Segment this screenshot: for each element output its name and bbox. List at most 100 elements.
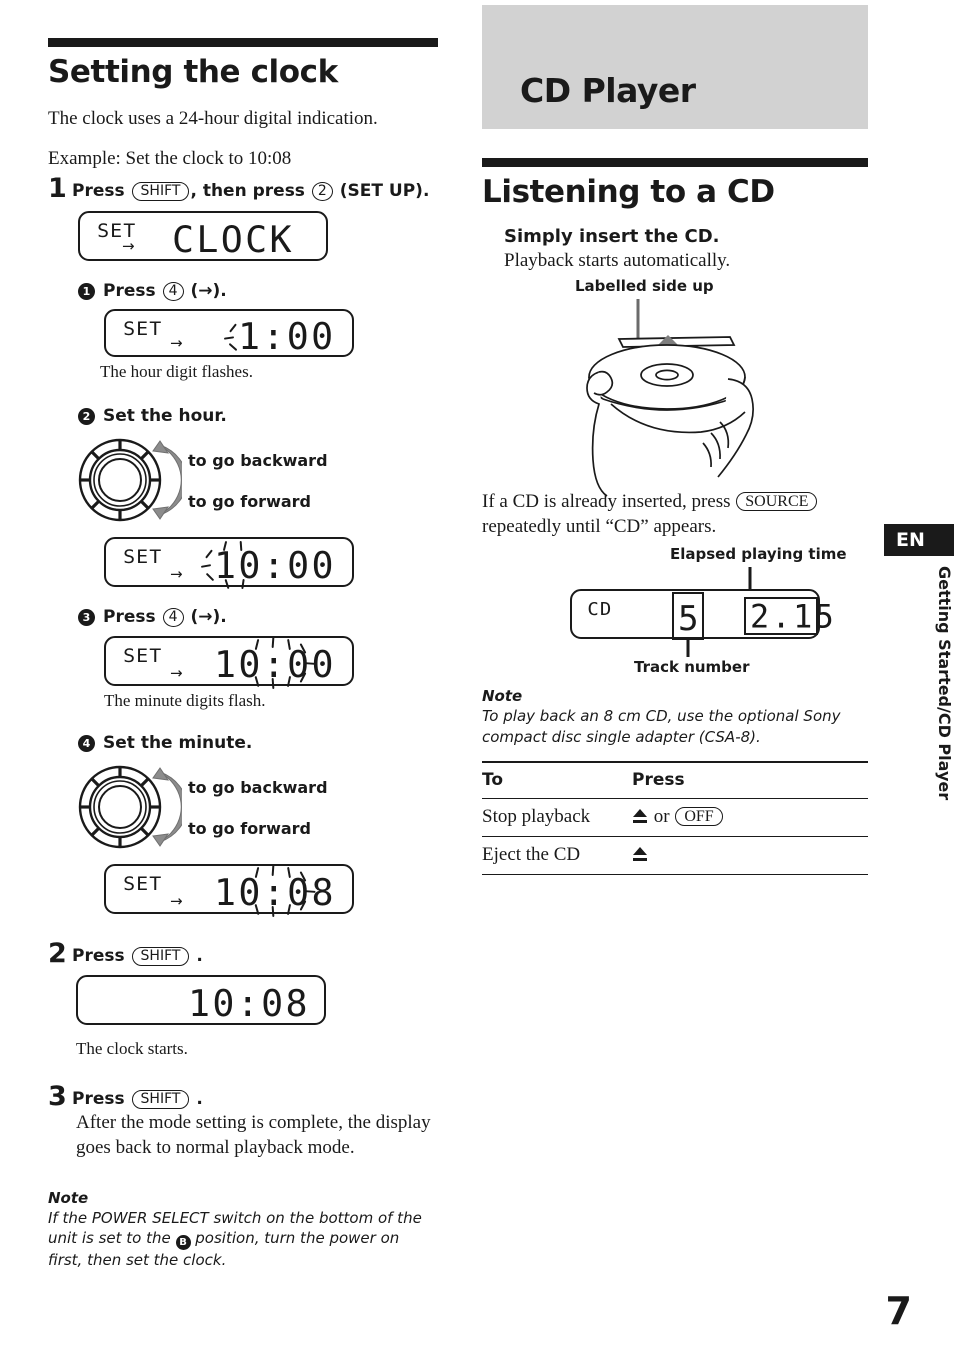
step-3-label-b: .: [196, 1089, 203, 1110]
lcd-set-label: SET: [123, 873, 163, 896]
shift-button-ref[interactable]: SHIFT: [131, 1090, 190, 1110]
substep-4: 4 Set the minute.: [78, 733, 438, 753]
substep-2: 2 Set the hour.: [78, 406, 438, 426]
lcd-arrow-indicator: →: [122, 237, 135, 256]
substep-3-label-a: Press: [103, 607, 156, 628]
step-2-label-a: Press: [72, 946, 125, 967]
lcd-arrow-indicator: →: [170, 892, 183, 911]
step-2-number: 2: [48, 938, 67, 970]
table-header-row: To Press: [482, 762, 868, 799]
note-label: Note: [48, 1188, 89, 1207]
row-press-cell: [632, 837, 868, 875]
shift-button-ref[interactable]: SHIFT: [131, 947, 190, 967]
right-note: Note To play back an 8 cm CD, use the op…: [482, 687, 868, 747]
insert-sub-text: Playback starts automatically.: [504, 250, 731, 271]
language-tab-label: EN: [896, 529, 925, 551]
lcd-arrow-indicator: →: [170, 664, 183, 683]
substep-2-bullet: 2: [78, 407, 95, 425]
power-select-b-badge: B: [175, 1235, 191, 1251]
button-4-ref[interactable]: 4: [162, 608, 184, 628]
section-rule: [48, 38, 438, 47]
lcd-set-label: SET: [123, 318, 163, 341]
right-section-title: Listening to a CD: [482, 174, 775, 210]
step-1-label-c: (SET UP).: [339, 181, 430, 202]
intro-text: The clock uses a 24-hour digital indicat…: [48, 108, 378, 129]
insert-instruction: Simply insert the CD. Playback starts au…: [504, 226, 868, 273]
button-4-ref[interactable]: 4: [162, 282, 184, 302]
table-row: Eject the CD: [482, 836, 868, 875]
lcd-mode-label: CD: [587, 599, 613, 621]
step-2-label-b: .: [196, 946, 203, 967]
substep-3-caption: The minute digits flash.: [104, 691, 266, 711]
lcd-time-value: 2.15: [750, 599, 837, 637]
lcd-display-cd: CD 5 2.15: [570, 589, 834, 641]
row-press-mid: or: [653, 806, 670, 828]
cd-insert-illustration: Labelled side up: [482, 275, 868, 497]
shift-button-ref[interactable]: SHIFT: [131, 182, 190, 202]
substep-4-bullet: 4: [78, 734, 95, 752]
right-column: Listening to a CD Simply insert the CD. …: [482, 0, 868, 876]
substep-1-text: Press 4 (→).: [103, 281, 227, 302]
step-1-label-a: Press: [72, 181, 125, 202]
lcd-value: 10:08: [214, 872, 336, 915]
substep-1-caption: The hour digit flashes.: [100, 362, 253, 382]
left-note: Note If the POWER SELECT switch on the b…: [48, 1189, 438, 1271]
insert-bold-text: Simply insert the CD.: [504, 226, 720, 247]
section-rule: [482, 158, 868, 167]
elapsed-time-box: 2.15: [744, 597, 834, 636]
step-1: 1 Press SHIFT, then press 2 (SET UP).: [48, 175, 438, 202]
eject-icon[interactable]: [632, 808, 649, 825]
knob-forward-label: to go forward: [188, 491, 311, 511]
labelled-side-up-callout: Labelled side up: [575, 277, 714, 296]
substep-3-text: Press 4 (→).: [103, 607, 227, 628]
step-3: 3 Press SHIFT .: [48, 1083, 438, 1110]
substep-3-label-b: (→).: [190, 607, 227, 628]
table-bottom-rule: [482, 874, 868, 876]
left-column: Setting the clock The clock uses a 24-ho…: [48, 0, 438, 1271]
step-2: 2 Press SHIFT .: [48, 940, 438, 967]
lcd-arrow-indicator: →: [170, 334, 183, 353]
substep-1-label-b: (→).: [190, 281, 227, 302]
lcd-display-minute-flash: SET 10:00 →: [104, 636, 354, 690]
substep-1: 1 Press 4 (→).: [78, 281, 438, 302]
step-2-text: Press SHIFT .: [72, 940, 203, 967]
lcd-display-minute-set: SET 10:08 →: [104, 864, 354, 918]
step-1-number: 1: [48, 173, 67, 205]
note-text: If the POWER SELECT switch on the bottom…: [48, 1208, 438, 1271]
key-operations-table: To Press Stop playback or OFF Eject the …: [482, 761, 868, 876]
rotary-knob-row-minute: to go backward to go forward: [72, 758, 438, 858]
step-1-label-b: , then press: [190, 181, 305, 202]
knob-direction-labels: to go backward to go forward: [188, 777, 328, 838]
source-text-b: repeatedly until “CD” appears.: [482, 516, 717, 538]
row-action-label: Eject the CD: [482, 844, 581, 866]
rotary-knob-icon[interactable]: [72, 431, 188, 531]
step-2-caption: The clock starts.: [76, 1039, 188, 1059]
note-label: Note: [482, 687, 523, 706]
substep-3: 3 Press 4 (→).: [78, 607, 438, 628]
button-2-ref[interactable]: 2: [311, 182, 333, 202]
knob-backward-label: to go backward: [188, 777, 328, 797]
row-action-label: Stop playback: [482, 806, 591, 828]
language-tab: EN: [884, 524, 954, 556]
track-number-box: 5: [672, 592, 704, 641]
lcd-set-label: SET: [123, 645, 163, 668]
lcd-value: CLOCK: [172, 219, 294, 262]
rotary-knob-icon[interactable]: [72, 758, 188, 858]
off-button-ref[interactable]: OFF: [675, 807, 723, 827]
step-3-number: 3: [48, 1081, 67, 1113]
lcd-display-clock: SET CLOCK →: [78, 211, 328, 261]
column-header-to: To: [482, 770, 504, 791]
knob-backward-label: to go backward: [188, 450, 328, 470]
page-title: Setting the clock: [48, 54, 338, 90]
lcd-value: 10:00: [214, 545, 336, 588]
lcd-arrow-indicator: →: [170, 565, 183, 584]
lcd-set-label: SET: [123, 546, 163, 569]
eject-icon[interactable]: [632, 846, 649, 863]
substep-4-text: Set the minute.: [103, 733, 253, 754]
step-3-body: After the mode setting is complete, the …: [76, 1112, 431, 1159]
step-3-label-a: Press: [72, 1089, 125, 1110]
lcd-value: 1:00: [238, 316, 336, 359]
lcd-display-hour-set: SET 10:00 →: [104, 537, 354, 590]
page-number: 7: [885, 1289, 912, 1333]
knob-forward-label: to go forward: [188, 818, 311, 838]
